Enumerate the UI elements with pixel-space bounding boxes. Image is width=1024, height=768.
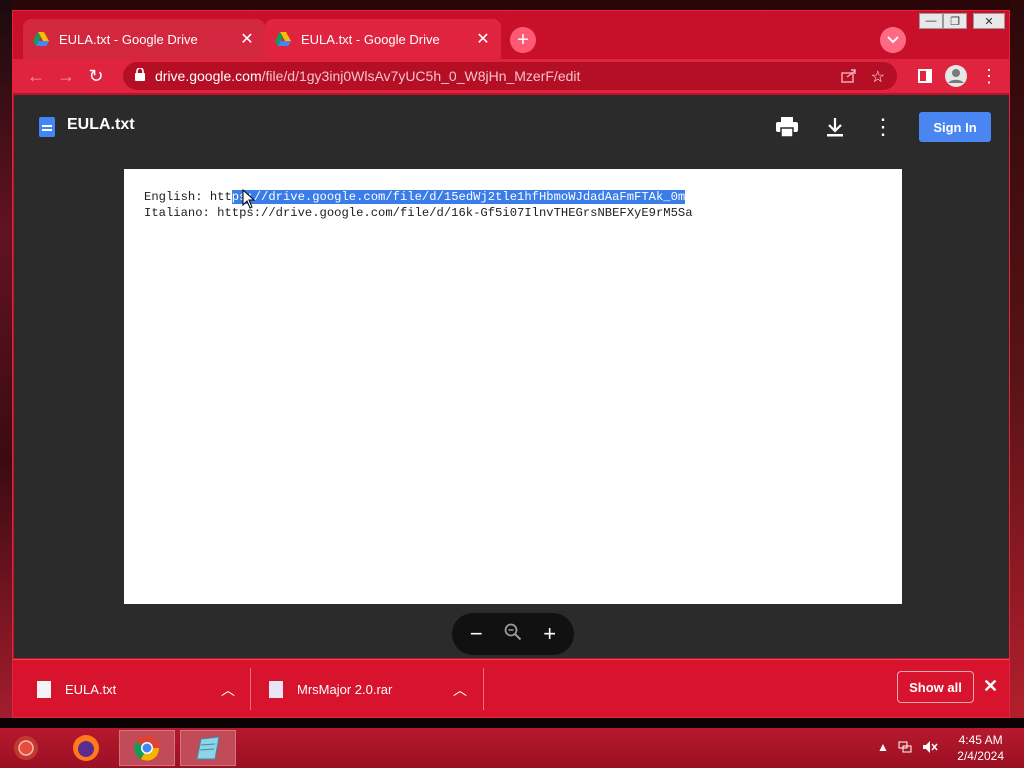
clock-date: 2/4/2024 <box>957 749 1004 763</box>
mouse-cursor-icon <box>242 189 256 209</box>
zoom-controls: − + <box>452 613 574 655</box>
google-drive-icon <box>275 32 291 46</box>
english-url-start: htt <box>209 190 232 204</box>
share-icon[interactable] <box>840 68 857 86</box>
document-text[interactable]: English: https://drive.google.com/file/d… <box>144 189 693 221</box>
wallpaper-left-edge <box>0 0 12 768</box>
show-hidden-icons[interactable]: ▲ <box>877 740 889 754</box>
close-tab-icon[interactable]: ✕ <box>239 31 255 48</box>
start-button[interactable] <box>8 730 44 766</box>
italiano-url: https://drive.google.com/file/d/16k-Gf5i… <box>217 206 693 220</box>
wallpaper-right-edge <box>1010 0 1024 768</box>
file-title: EULA.txt <box>67 116 135 133</box>
tab-strip: EULA.txt - Google Drive ✕ EULA.txt - Goo… <box>13 11 1009 61</box>
browser-toolbar: ← → ↻ drive.google.com/file/d/1gy3inj0Wl… <box>13 59 1009 93</box>
side-panel-icon[interactable] <box>910 61 940 91</box>
google-docs-icon <box>39 117 55 137</box>
tab-2[interactable]: EULA.txt - Google Drive ✕ <box>265 19 501 59</box>
tab-search-button[interactable] <box>880 27 906 53</box>
more-actions-icon[interactable]: ⋮ <box>871 114 895 139</box>
bookmark-star-icon[interactable]: ☆ <box>871 67 885 87</box>
print-icon[interactable] <box>775 115 799 139</box>
back-button[interactable]: ← <box>21 61 51 91</box>
download-item-eula[interactable]: EULA.txt ︿ <box>37 668 237 710</box>
zoom-in-button[interactable]: + <box>535 621 565 647</box>
network-icon[interactable] <box>898 740 912 757</box>
download-filename: EULA.txt <box>65 681 117 697</box>
firefox-icon[interactable] <box>64 730 108 766</box>
line-label-italiano: Italiano: <box>144 206 218 220</box>
zoom-out-button[interactable]: − <box>461 621 491 647</box>
clock-time: 4:45 AM <box>958 733 1003 747</box>
notepad-taskbar-button[interactable] <box>180 730 236 766</box>
lock-icon[interactable] <box>135 67 145 84</box>
download-filename: MrsMajor 2.0.rar <box>297 681 393 697</box>
zoom-reset-icon[interactable] <box>498 623 528 646</box>
show-all-button[interactable]: Show all <box>897 671 974 703</box>
browser-menu-icon[interactable]: ⋮ <box>974 61 1004 91</box>
address-bar[interactable]: drive.google.com/file/d/1gy3inj0WlsAv7yU… <box>123 62 897 90</box>
tab-1[interactable]: EULA.txt - Google Drive ✕ <box>23 19 265 59</box>
selected-text: ps://drive.google.com/file/d/15edWj2tle1… <box>231 190 686 204</box>
chevron-up-icon[interactable]: ︿ <box>453 680 467 700</box>
volume-muted-icon[interactable] <box>922 740 938 757</box>
chevron-up-icon[interactable]: ︿ <box>221 680 235 700</box>
divider <box>250 668 251 710</box>
tab-title: EULA.txt - Google Drive <box>59 31 198 47</box>
downloads-bar: EULA.txt ︿ MrsMajor 2.0.rar ︿ Show all ✕ <box>13 659 1009 717</box>
close-downloads-icon[interactable]: ✕ <box>983 676 998 697</box>
file-icon <box>37 680 51 698</box>
close-window-button[interactable]: ✕ <box>973 13 1005 29</box>
system-clock[interactable]: 4:45 AM 2/4/2024 <box>957 732 1004 764</box>
sign-in-button[interactable]: Sign In <box>919 112 991 142</box>
forward-button[interactable]: → <box>51 61 81 91</box>
divider <box>483 668 484 710</box>
profile-avatar-icon[interactable] <box>941 61 971 91</box>
google-drive-icon <box>33 32 49 46</box>
browser-window: EULA.txt - Google Drive ✕ EULA.txt - Goo… <box>12 10 1010 718</box>
taskbar: ▲ 4:45 AM 2/4/2024 <box>0 728 1024 768</box>
restore-button[interactable]: ❐ <box>943 13 967 29</box>
tab-title: EULA.txt - Google Drive <box>301 31 440 47</box>
close-tab-icon[interactable]: ✕ <box>475 31 491 48</box>
minimize-button[interactable]: — <box>919 13 943 29</box>
line-label-english: English: <box>144 190 210 204</box>
rar-archive-icon <box>269 680 283 698</box>
document-page: English: https://drive.google.com/file/d… <box>124 169 902 604</box>
url-host: drive.google.com <box>155 68 262 84</box>
download-icon[interactable] <box>823 115 847 139</box>
new-tab-button[interactable]: + <box>510 27 536 53</box>
drive-file-viewer: EULA.txt ⋮ Sign In English: https://driv… <box>14 95 1009 658</box>
reload-button[interactable]: ↻ <box>81 61 111 91</box>
download-item-mrsmajor[interactable]: MrsMajor 2.0.rar ︿ <box>269 668 469 710</box>
chrome-taskbar-button[interactable] <box>119 730 175 766</box>
url-path: /file/d/1gy3inj0WlsAv7yUC5h_0_W8jHn_Mzer… <box>261 68 581 84</box>
